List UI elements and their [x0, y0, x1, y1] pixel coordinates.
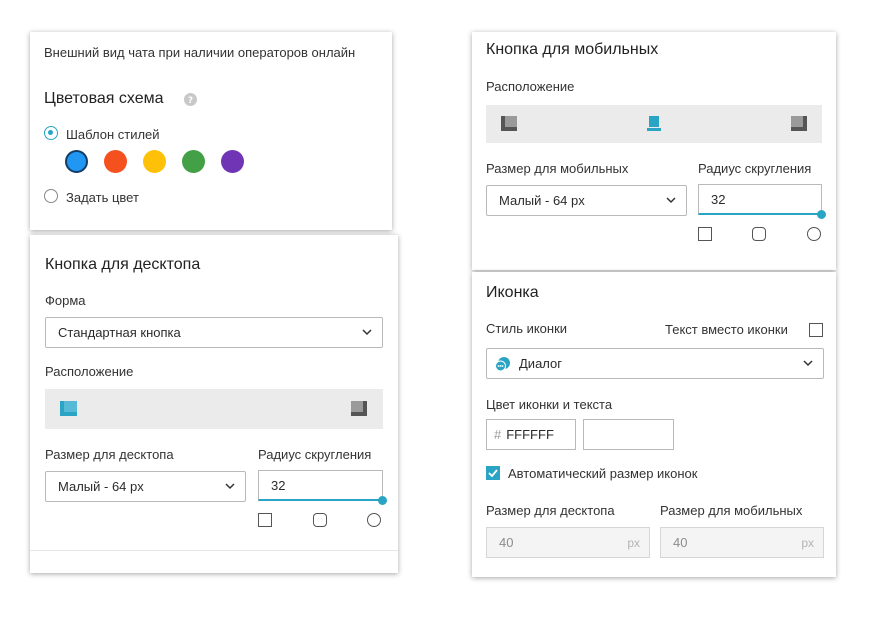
- swatch-purple[interactable]: [221, 150, 244, 173]
- icon-mobile-size-input: 40 px: [660, 527, 824, 558]
- appearance-caption: Внешний вид чата при наличии операторов …: [44, 45, 356, 60]
- icon-desktop-size-input: 40 px: [486, 527, 650, 558]
- svg-text:?: ?: [188, 96, 193, 106]
- question-circle-icon[interactable]: ?: [184, 93, 197, 106]
- auto-size-label: Автоматический размер иконок: [508, 466, 698, 481]
- swatch-green[interactable]: [182, 150, 205, 173]
- mobile-placement-label: Расположение: [486, 79, 575, 94]
- icon-style-value: Диалог: [519, 356, 562, 371]
- swatch-yellow[interactable]: [143, 150, 166, 173]
- icon-title: Иконка: [486, 284, 539, 301]
- placement-bottom-right-icon[interactable]: [351, 401, 367, 416]
- divider: [30, 550, 398, 551]
- hash-symbol: #: [494, 427, 502, 442]
- desktop-placement-label: Расположение: [45, 364, 134, 379]
- mobile-size-value: Малый - 64 px: [499, 193, 585, 208]
- custom-color-radio[interactable]: [44, 189, 58, 203]
- chevron-down-icon: [362, 328, 372, 335]
- chat-appearance-panel: Внешний вид чата при наличии операторов …: [30, 32, 392, 230]
- icon-color-label: Цвет иконки и текста: [486, 397, 613, 412]
- placement-bottom-center-icon[interactable]: [647, 116, 661, 131]
- icon-color-value: FFFFFF: [506, 427, 554, 442]
- mobile-radius-input[interactable]: 32: [698, 184, 822, 215]
- px-unit: px: [627, 535, 640, 550]
- icon-desktop-size-label: Размер для десктопа: [486, 503, 615, 518]
- chevron-down-icon: [225, 482, 235, 489]
- text-instead-checkbox[interactable]: [809, 323, 823, 337]
- desktop-size-label: Размер для десктопа: [45, 447, 174, 462]
- swatch-blue[interactable]: [65, 150, 88, 173]
- icon-mobile-size-label: Размер для мобильных: [660, 503, 803, 518]
- color-scheme-title: Цветовая схема: [44, 90, 164, 107]
- form-select[interactable]: Стандартная кнопка: [45, 317, 383, 348]
- shape-square-option[interactable]: [258, 513, 272, 527]
- shape-rounded-option[interactable]: [313, 513, 327, 527]
- desktop-title: Кнопка для десктопа: [45, 256, 201, 273]
- chevron-down-icon: [666, 196, 676, 203]
- icon-color-input[interactable]: # FFFFFF: [486, 419, 576, 450]
- px-unit: px: [801, 535, 814, 550]
- template-styles-label: Шаблон стилей: [66, 127, 160, 142]
- dialog-icon: [495, 356, 510, 371]
- form-select-value: Стандартная кнопка: [58, 325, 181, 340]
- mobile-size-label: Размер для мобильных: [486, 161, 629, 176]
- mobile-size-select[interactable]: Малый - 64 px: [486, 185, 687, 216]
- checkmark-icon: [488, 469, 498, 478]
- placement-bottom-left-icon[interactable]: [60, 401, 77, 416]
- auto-size-checkbox[interactable]: [486, 466, 500, 480]
- shape-square-option[interactable]: [698, 227, 712, 241]
- icon-color-preview[interactable]: [583, 419, 674, 450]
- mobile-title: Кнопка для мобильных: [486, 41, 659, 58]
- custom-color-label: Задать цвет: [66, 190, 139, 205]
- desktop-button-panel: Кнопка для десктопа Форма Стандартная кн…: [30, 235, 398, 573]
- form-label: Форма: [45, 293, 86, 308]
- mobile-button-panel: Кнопка для мобильных Расположение Размер…: [472, 32, 836, 270]
- radius-slider-handle[interactable]: [378, 496, 387, 505]
- icon-style-label: Стиль иконки: [486, 321, 568, 336]
- icon-desktop-size-value: 40: [499, 535, 514, 550]
- desktop-placement-bar: [45, 389, 383, 429]
- desktop-size-value: Малый - 64 px: [58, 479, 144, 494]
- shape-rounded-option[interactable]: [752, 227, 766, 241]
- desktop-radius-label: Радиус скругления: [258, 447, 372, 462]
- mobile-placement-bar: [486, 105, 822, 143]
- placement-bottom-left-icon[interactable]: [501, 116, 517, 131]
- desktop-size-select[interactable]: Малый - 64 px: [45, 471, 246, 502]
- template-styles-radio[interactable]: [44, 126, 58, 140]
- chevron-down-icon: [803, 359, 813, 366]
- radius-slider-handle[interactable]: [817, 210, 826, 219]
- swatch-orange[interactable]: [104, 150, 127, 173]
- desktop-radius-input[interactable]: 32: [258, 470, 383, 501]
- mobile-radius-label: Радиус скругления: [698, 161, 812, 176]
- placement-bottom-right-icon[interactable]: [791, 116, 807, 131]
- text-instead-label: Текст вместо иконки: [665, 322, 788, 337]
- icon-mobile-size-value: 40: [673, 535, 688, 550]
- shape-circle-option[interactable]: [807, 227, 821, 241]
- icon-style-select[interactable]: Диалог: [486, 348, 824, 379]
- shape-circle-option[interactable]: [367, 513, 381, 527]
- icon-panel: Иконка Стиль иконки Текст вместо иконки …: [472, 272, 836, 577]
